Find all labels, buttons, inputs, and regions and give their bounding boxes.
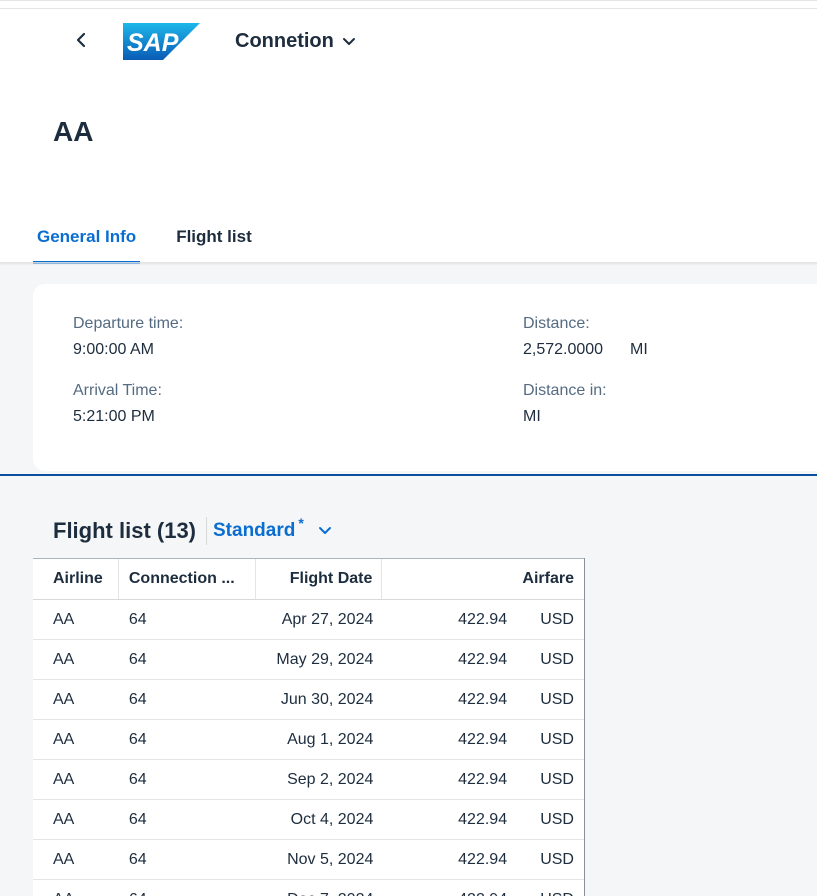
distance-value: 2,572.0000 bbox=[523, 341, 604, 358]
arrival-time-value: 5:21:00 PM bbox=[73, 408, 155, 425]
column-header-airfare[interactable]: Airfare bbox=[382, 559, 584, 599]
table-row[interactable]: AA 64 Nov 5, 2024 422.94 USD bbox=[33, 840, 584, 880]
flight-list-title: Flight list (13) bbox=[53, 518, 196, 543]
airfare-cell: 422.94 bbox=[458, 810, 508, 828]
title-separator bbox=[206, 517, 207, 545]
table-row[interactable]: AA 64 Apr 27, 2024 422.94 USD bbox=[33, 600, 584, 640]
chevron-down-icon bbox=[304, 520, 332, 542]
table-row[interactable]: AA 64 Sep 2, 2024 422.94 USD bbox=[33, 760, 584, 800]
currency-cell: USD bbox=[540, 730, 574, 748]
airfare-cell: 422.94 bbox=[458, 730, 508, 748]
section-divider bbox=[0, 474, 817, 476]
airfare-cell: 422.94 bbox=[458, 650, 508, 668]
flight-table: Airline Connection ... Flight Date Airfa… bbox=[33, 558, 585, 896]
distance-label: Distance: bbox=[523, 315, 590, 332]
airline-cell: AA bbox=[53, 650, 75, 668]
table-row[interactable]: AA64Dec 7, 2024422.94USD bbox=[33, 880, 584, 896]
flight-list-toolbar: Flight list (13) Standard * bbox=[53, 513, 332, 549]
flight-date-cell: Apr 27, 2024 bbox=[281, 610, 374, 628]
flight-date-cell: Nov 5, 2024 bbox=[287, 850, 374, 868]
currency-cell: USD bbox=[540, 650, 574, 668]
airline-cell: AA bbox=[53, 810, 75, 828]
variant-label: Standard bbox=[213, 520, 296, 541]
chevron-left-icon bbox=[76, 32, 86, 53]
currency-cell: USD bbox=[540, 770, 574, 788]
airline-cell: AA bbox=[53, 770, 75, 788]
table-row[interactable]: AA 64 Aug 1, 2024 422.94 USD bbox=[33, 720, 584, 760]
connection-cell: 64 bbox=[128, 730, 147, 748]
arrival-time-label: Arrival Time: bbox=[73, 382, 162, 399]
page-header: SAP Connetion AA General Info Flight lis… bbox=[0, 0, 817, 264]
currency-cell: USD bbox=[540, 810, 574, 828]
table-row[interactable]: AA 64 Jun 30, 2024 422.94 USD bbox=[33, 680, 584, 720]
tab-general-info[interactable]: General Info bbox=[33, 219, 141, 264]
chevron-down-icon bbox=[334, 30, 356, 53]
variant-modified-marker: * bbox=[298, 515, 304, 531]
connection-cell: 64 bbox=[128, 610, 147, 628]
tab-flight-list[interactable]: Flight list bbox=[172, 219, 256, 264]
svg-text:SAP: SAP bbox=[127, 29, 179, 57]
connection-cell: 64 bbox=[119, 880, 256, 896]
column-header-airline[interactable]: Airline bbox=[33, 559, 119, 599]
flight-date-cell: Dec 7, 2024 bbox=[256, 880, 383, 896]
header-shadow bbox=[0, 262, 817, 266]
flight-date-cell: Oct 4, 2024 bbox=[290, 810, 374, 828]
object-title: AA bbox=[53, 116, 94, 147]
airfare-cell: 422.94 bbox=[382, 880, 517, 896]
connection-cell: 64 bbox=[128, 770, 147, 788]
airfare-cell: 422.94 bbox=[458, 610, 508, 628]
airline-cell: AA bbox=[53, 730, 75, 748]
airfare-cell: 422.94 bbox=[458, 850, 508, 868]
table-row[interactable]: AA 64 May 29, 2024 422.94 USD bbox=[33, 640, 584, 680]
airfare-cell: 422.94 bbox=[458, 690, 508, 708]
flight-date-cell: Sep 2, 2024 bbox=[287, 770, 374, 788]
distance-in-value: MI bbox=[523, 408, 541, 425]
app-title-menu[interactable]: Connetion bbox=[235, 29, 356, 53]
table-body: AA 64 Apr 27, 2024 422.94 USD AA 64 May 29, 202… bbox=[33, 600, 584, 896]
general-info-card: Departure time: 9:00:00 AM Arrival Time:… bbox=[33, 284, 817, 471]
connection-cell: 64 bbox=[128, 690, 147, 708]
airfare-cell: 422.94 bbox=[458, 770, 508, 788]
airline-cell: AA bbox=[53, 690, 75, 708]
distance-in-label: Distance in: bbox=[523, 382, 607, 399]
currency-cell: USD bbox=[540, 690, 574, 708]
airline-cell: AA bbox=[53, 610, 75, 628]
tab-bar: General Info Flight list bbox=[33, 219, 288, 264]
column-header-connection[interactable]: Connection ... bbox=[119, 559, 256, 599]
connection-cell: 64 bbox=[128, 650, 147, 668]
flight-date-cell: May 29, 2024 bbox=[276, 650, 374, 668]
variant-selector[interactable]: Standard * bbox=[213, 515, 332, 542]
departure-time-value: 9:00:00 AM bbox=[73, 341, 154, 358]
flight-date-cell: Aug 1, 2024 bbox=[287, 730, 374, 748]
distance-unit: MI bbox=[630, 341, 648, 358]
airline-cell: AA bbox=[53, 850, 75, 868]
connection-cell: 64 bbox=[128, 810, 147, 828]
table-header: Airline Connection ... Flight Date Airfa… bbox=[33, 558, 584, 600]
column-header-flight-date[interactable]: Flight Date bbox=[256, 559, 383, 599]
connection-cell: 64 bbox=[128, 850, 147, 868]
flight-date-cell: Jun 30, 2024 bbox=[280, 690, 374, 708]
currency-cell: USD bbox=[540, 850, 574, 868]
airline-cell: AA bbox=[33, 880, 119, 896]
table-row[interactable]: AA 64 Oct 4, 2024 422.94 USD bbox=[33, 800, 584, 840]
currency-cell: USD bbox=[517, 880, 584, 896]
top-border bbox=[0, 1, 817, 9]
app-title-label: Connetion bbox=[235, 29, 334, 52]
sap-logo: SAP bbox=[123, 23, 200, 60]
currency-cell: USD bbox=[540, 610, 574, 628]
back-button[interactable] bbox=[66, 27, 96, 57]
departure-time-label: Departure time: bbox=[73, 315, 184, 332]
